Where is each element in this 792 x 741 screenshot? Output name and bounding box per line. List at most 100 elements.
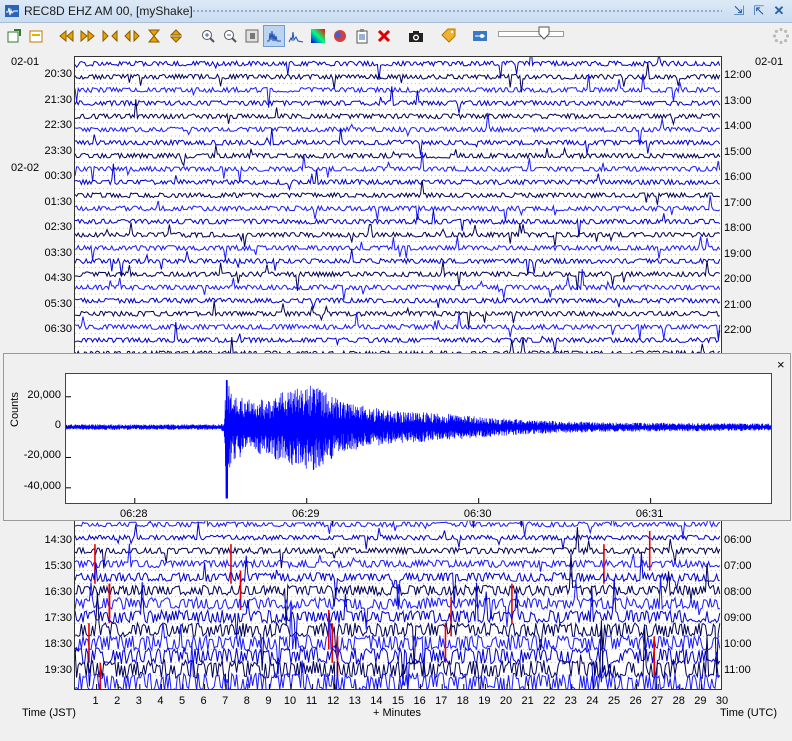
- minute-tick-label: 28: [672, 695, 685, 707]
- time-tick-label: 06:28: [120, 508, 148, 520]
- time-utc-label: 13:00: [724, 94, 752, 107]
- helicorder-trace: [74, 322, 721, 353]
- counts-tick-label: -40,000: [23, 479, 61, 492]
- camera-icon[interactable]: [406, 26, 426, 46]
- time-utc-label: 17:00: [724, 196, 752, 209]
- minute-tick-label: 20: [499, 695, 513, 707]
- time-utc-label: 10:00: [724, 638, 752, 650]
- minute-tick-label: 7: [222, 695, 229, 707]
- time-jst-label: 03:30: [44, 246, 72, 259]
- helicorder-trace: [74, 642, 721, 709]
- time-tick-label: 06:30: [463, 508, 492, 520]
- counts-axis-label: Counts: [9, 392, 21, 427]
- time-jst-label: 01:30: [44, 195, 72, 208]
- time-tick-label: 06:31: [635, 508, 664, 520]
- time-utc-label: 18:00: [724, 222, 752, 234]
- spectrogram-icon[interactable]: [308, 26, 328, 46]
- time-utc-label: 21:00: [724, 298, 752, 311]
- minute-tick-label: 21: [521, 695, 534, 707]
- time-jst-label: 22:30: [44, 119, 72, 131]
- fast-forward-icon[interactable]: [78, 26, 98, 46]
- helicorder-trace: [74, 195, 721, 221]
- time-jst-label: 04:30: [44, 272, 72, 284]
- settings-icon[interactable]: [470, 26, 490, 46]
- zoom-slider-track[interactable]: [498, 31, 564, 37]
- zoom-out-icon[interactable]: [220, 26, 240, 46]
- counts-tick-label: -20,000: [23, 449, 61, 462]
- date-label: 02-02: [11, 162, 40, 174]
- minute-tick-label: 29: [694, 695, 707, 707]
- helicorder-icon[interactable]: [263, 25, 285, 47]
- zoom-slider-thumb[interactable]: [538, 26, 550, 40]
- helicorder-trace: [74, 312, 721, 340]
- cursor-icon[interactable]: [242, 26, 262, 46]
- time-jst-label: 14:30: [44, 534, 72, 546]
- time-utc-label: 11:00: [724, 664, 751, 676]
- helicorder-trace: [74, 522, 721, 550]
- tag-icon[interactable]: [438, 26, 458, 46]
- color-icon[interactable]: [330, 26, 350, 46]
- close-window-icon[interactable]: ✕: [771, 3, 787, 19]
- helicorder-trace: [74, 592, 721, 674]
- minute-tick-label: 6: [200, 695, 207, 707]
- filter-icon[interactable]: [144, 26, 164, 46]
- time-jst-label: 17:30: [44, 612, 72, 624]
- helicorder-trace: [74, 248, 721, 276]
- zoom-range-icon[interactable]: [100, 26, 120, 46]
- minute-tick-label: 23: [564, 695, 577, 707]
- minute-tick-label: 27: [651, 695, 664, 707]
- minute-tick-label: 4: [157, 695, 164, 707]
- helicorder-trace: [74, 62, 721, 93]
- waveform-series: [65, 380, 772, 499]
- clipboard-icon[interactable]: [352, 26, 372, 46]
- helicorder-trace: [74, 269, 721, 300]
- time-jst-label: 19:30: [44, 664, 72, 676]
- date-label: 02-01: [11, 56, 40, 68]
- time-jst-label: 18:30: [44, 638, 72, 650]
- time-jst-label: 21:30: [44, 93, 72, 106]
- maximize-icon[interactable]: ⇱: [751, 3, 767, 19]
- left-axis-label: Time (JST): [22, 707, 76, 719]
- minute-tick-label: 16: [413, 695, 426, 707]
- minute-tick-label: 8: [243, 695, 250, 707]
- popup-close-icon[interactable]: ×: [777, 358, 785, 371]
- time-jst-label: 06:30: [44, 323, 72, 335]
- helicorder-trace: [74, 222, 721, 248]
- right-axis-label: Time (UTC): [720, 707, 778, 719]
- time-utc-label: 09:00: [724, 612, 752, 624]
- helicorder-trace: [74, 127, 721, 156]
- time-utc-label: 20:00: [724, 273, 752, 285]
- counts-tick-label: 20,000: [27, 388, 61, 401]
- time-utc-label: 16:00: [724, 171, 752, 183]
- open-icon[interactable]: [26, 26, 46, 46]
- time-jst-label: 23:30: [44, 144, 72, 157]
- zoom-in-icon[interactable]: [198, 26, 218, 46]
- title-gripper: [192, 9, 722, 13]
- toolbar: [0, 23, 792, 49]
- helicorder-trace: [74, 543, 721, 572]
- minute-tick-label: 10: [283, 695, 297, 707]
- rewind-icon[interactable]: [56, 26, 76, 46]
- pan-icon[interactable]: [122, 26, 142, 46]
- counts-tick-label: 0: [54, 419, 61, 432]
- minute-tick-label: 12: [327, 695, 340, 707]
- minute-tick-label: 2: [114, 695, 121, 707]
- helicorder-trace: [74, 180, 720, 205]
- minute-tick-label: 9: [265, 695, 272, 707]
- minute-tick-label: 26: [629, 695, 642, 707]
- minute-tick-label: 14: [370, 695, 383, 707]
- title-bar: REC8D EHZ AM 00, [myShake] ⇲ ⇱ ✕: [0, 0, 792, 23]
- minute-tick-label: 13: [348, 695, 361, 707]
- new-icon[interactable]: [4, 26, 24, 46]
- waveform-plot[interactable]: [65, 373, 772, 504]
- time-utc-label: 19:00: [724, 247, 752, 260]
- spectrum-icon[interactable]: [286, 26, 306, 46]
- time-jst-label: 16:30: [44, 586, 72, 598]
- app-icon: [5, 5, 19, 17]
- time-jst-label: 02:30: [44, 221, 72, 233]
- restore-icon[interactable]: ⇲: [731, 3, 747, 19]
- clear-icon[interactable]: [374, 26, 394, 46]
- time-utc-label: 08:00: [724, 586, 752, 598]
- window-title: REC8D EHZ AM 00, [myShake]: [24, 4, 193, 18]
- fit-icon[interactable]: [166, 26, 186, 46]
